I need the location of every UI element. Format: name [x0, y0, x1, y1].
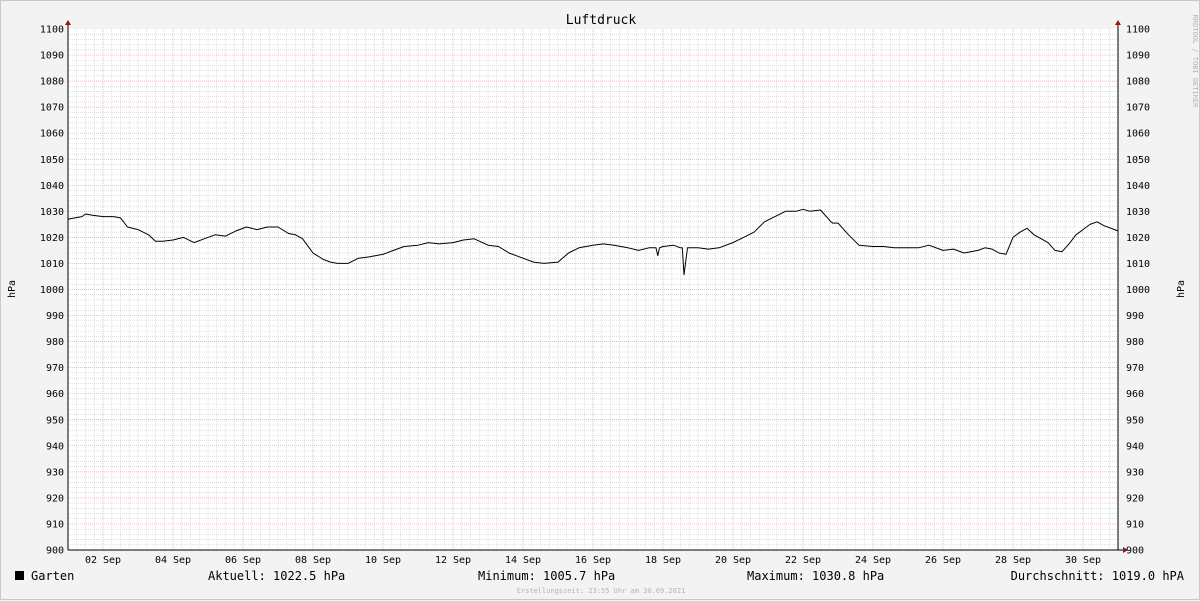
y-tick-label-left: 920	[46, 493, 64, 504]
y-tick-label-right: 900	[1126, 546, 1144, 557]
y-tick-label-right: 1020	[1126, 233, 1150, 244]
creation-time: Erstellungszeit: 23:55 Uhr am 30.09.2021	[517, 587, 686, 595]
x-tick-label: 28 Sep	[995, 555, 1031, 566]
y-tick-label-right: 910	[1126, 519, 1144, 530]
y-tick-label-left: 950	[46, 415, 64, 426]
y-tick-label-right: 1040	[1126, 181, 1150, 192]
y-axis-left-arrow	[65, 20, 71, 25]
x-tick-label: 26 Sep	[925, 555, 961, 566]
y-tick-label-right: 1030	[1126, 207, 1150, 218]
y-tick-label-left: 1040	[40, 181, 64, 192]
y-tick-label-left: 1020	[40, 233, 64, 244]
x-tick-label: 30 Sep	[1065, 555, 1101, 566]
legend-swatch	[15, 571, 24, 580]
y-axis-right-ticks: 900 910 920 930 940 950 960 970 980 990 1000 1010 10…	[1126, 25, 1150, 557]
x-tick-label: 04 Sep	[155, 555, 191, 566]
y-tick-label-right: 1060	[1126, 129, 1150, 140]
y-tick-label-left: 1050	[40, 155, 64, 166]
y-tick-label-left: 1080	[40, 77, 64, 88]
y-tick-label-left: 990	[46, 311, 64, 322]
y-tick-label-left: 1010	[40, 259, 64, 270]
y-tick-label-right: 1070	[1126, 103, 1150, 114]
y-axis-right-arrow	[1115, 20, 1121, 25]
y-axis-left-label: hPa	[7, 280, 18, 298]
y-tick-label-right: 1010	[1126, 259, 1150, 270]
stat-average: Durchschnitt: 1019.0 hPA	[1011, 569, 1185, 583]
y-axis-right-label: hPa	[1176, 280, 1187, 298]
y-tick-label-left: 970	[46, 363, 64, 374]
y-tick-label-right: 1080	[1126, 77, 1150, 88]
y-tick-label-right: 1000	[1126, 285, 1150, 296]
y-tick-label-right: 1050	[1126, 155, 1150, 166]
y-tick-label-right: 970	[1126, 363, 1144, 374]
y-tick-label-right: 1100	[1126, 25, 1150, 36]
y-tick-label-right: 950	[1126, 415, 1144, 426]
y-tick-label-left: 960	[46, 389, 64, 400]
y-tick-label-left: 1100	[40, 25, 64, 36]
x-tick-label: 20 Sep	[715, 555, 751, 566]
x-tick-label: 10 Sep	[365, 555, 401, 566]
x-tick-label: 02 Sep	[85, 555, 121, 566]
x-tick-label: 06 Sep	[225, 555, 261, 566]
y-tick-label-right: 930	[1126, 467, 1144, 478]
y-tick-label-left: 1000	[40, 285, 64, 296]
watermark: RRDTOOL / TOBI OETIKER	[1191, 15, 1199, 109]
y-tick-label-right: 980	[1126, 337, 1144, 348]
x-tick-label: 08 Sep	[295, 555, 331, 566]
y-tick-label-right: 920	[1126, 493, 1144, 504]
pressure-chart: 900 910 920 930 940 950 960 970 980 990 1000 1010 10…	[7, 13, 1199, 595]
x-tick-label: 18 Sep	[645, 555, 681, 566]
chart-window: 900 910 920 930 940 950 960 970 980 990 1000 1010 10…	[0, 0, 1200, 600]
x-tick-label: 24 Sep	[855, 555, 891, 566]
y-tick-label-left: 930	[46, 467, 64, 478]
y-tick-label-left: 910	[46, 519, 64, 530]
y-tick-label-left: 1030	[40, 207, 64, 218]
y-tick-label-right: 960	[1126, 389, 1144, 400]
stat-minimum: Minimum: 1005.7 hPa	[478, 569, 615, 583]
y-axis-left-ticks: 900 910 920 930 940 950 960 970 980 990 1000 1010 10…	[40, 25, 64, 557]
y-tick-label-right: 940	[1126, 441, 1144, 452]
x-tick-label: 14 Sep	[505, 555, 541, 566]
y-tick-label-right: 1090	[1126, 51, 1150, 62]
x-tick-label: 12 Sep	[435, 555, 471, 566]
x-axis-ticks: 02 Sep 04 Sep 06 Sep 08 Sep 10 Sep 12 Sep 14 S…	[85, 555, 1101, 566]
legend-series-name: Garten	[31, 569, 74, 583]
y-tick-label-left: 1090	[40, 51, 64, 62]
x-tick-label: 16 Sep	[575, 555, 611, 566]
x-tick-label: 22 Sep	[785, 555, 821, 566]
y-tick-label-left: 1060	[40, 129, 64, 140]
y-tick-label-left: 900	[46, 546, 64, 557]
stat-maximum: Maximum: 1030.8 hPa	[747, 569, 884, 583]
stat-current: Aktuell: 1022.5 hPa	[208, 569, 345, 583]
y-tick-label-left: 940	[46, 441, 64, 452]
y-tick-label-left: 980	[46, 337, 64, 348]
chart-title: Luftdruck	[566, 13, 637, 28]
y-tick-label-right: 990	[1126, 311, 1144, 322]
y-tick-label-left: 1070	[40, 103, 64, 114]
